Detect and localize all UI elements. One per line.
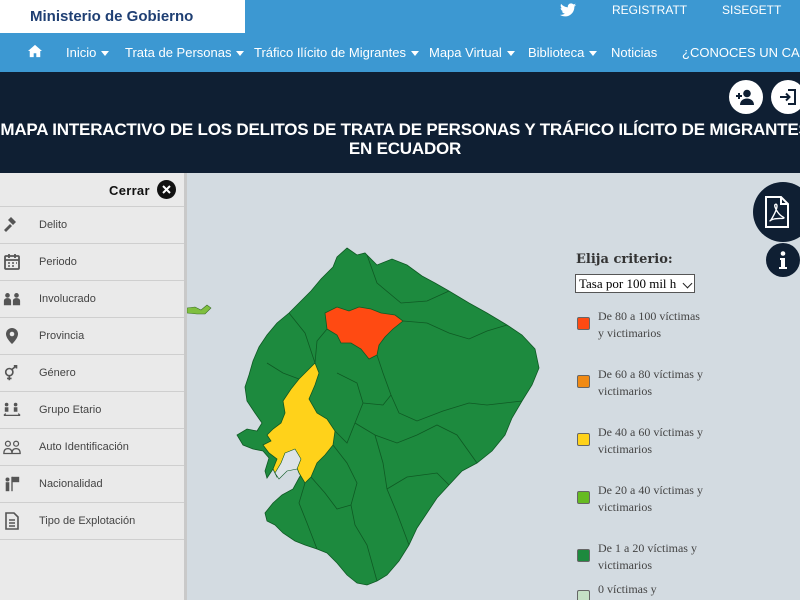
filter-provincia[interactable]: Provincia (0, 318, 184, 355)
nav-item-conoces-caso[interactable]: ¿CONOCES UN CASO (682, 45, 800, 60)
gavel-icon (4, 217, 16, 232)
twitter-icon[interactable] (560, 3, 576, 17)
home-icon[interactable] (28, 44, 42, 58)
criteria-selected-value: Tasa por 100 mil h (579, 276, 677, 291)
chevron-down-icon (506, 51, 515, 57)
registratt-link[interactable]: REGISTRATT (612, 3, 687, 17)
login-button[interactable] (771, 80, 800, 114)
filter-delito[interactable]: Delito (0, 207, 184, 244)
calendar-icon (4, 254, 20, 270)
legend-swatch-40-60 (577, 433, 590, 446)
mainland-ecuador (236, 247, 540, 586)
legend-swatch-60-80 (577, 375, 590, 388)
close-icon[interactable] (157, 180, 176, 199)
register-button[interactable] (729, 80, 763, 114)
people-icon (3, 293, 21, 306)
age-group-icon (3, 402, 21, 417)
nav-item-noticias[interactable]: Noticias (611, 45, 657, 60)
filter-tipo-explotacion[interactable]: Tipo de Explotación (0, 503, 184, 540)
info-button[interactable] (766, 243, 800, 277)
add-user-icon (736, 89, 754, 105)
filter-panel: Cerrar Delito Periodo Involucrado Provin… (0, 173, 187, 600)
filter-genero[interactable]: Género (0, 355, 184, 392)
close-label: Cerrar (109, 183, 150, 198)
criteria-select[interactable]: Tasa por 100 mil h (575, 274, 695, 293)
map-area[interactable] (187, 173, 800, 600)
legend-title: Elija criterio: (576, 252, 673, 267)
chevron-down-icon (682, 278, 693, 289)
pdf-icon (765, 196, 789, 228)
brand-container: Ministerio de Gobierno (0, 0, 245, 33)
nav-item-mapa-virtual[interactable]: Mapa Virtual (429, 45, 515, 60)
login-icon (780, 89, 796, 105)
filter-auto-identificacion[interactable]: Auto Identificación (0, 429, 184, 466)
top-bar: Ministerio de Gobierno REGISTRATT SISEGE… (0, 0, 800, 33)
filter-nacionalidad[interactable]: Nacionalidad (0, 466, 184, 503)
page-header: MAPA INTERACTIVO DE LOS DELITOS DE TRATA… (0, 72, 800, 173)
nav-item-trafico[interactable]: Tráfico Ilícito de Migrantes (254, 45, 419, 60)
map-pin-icon (6, 328, 18, 344)
filter-grupo-etario[interactable]: Grupo Etario (0, 392, 184, 429)
ecuador-map[interactable] (187, 173, 800, 600)
filter-involucrado[interactable]: Involucrado (0, 281, 184, 318)
chevron-down-icon (410, 51, 419, 57)
galapagos-region (187, 304, 212, 315)
info-icon (779, 251, 787, 269)
legend-swatch-80-100 (577, 317, 590, 330)
chevron-down-icon (101, 51, 110, 57)
self-identification-icon (3, 440, 21, 455)
gender-icon (4, 364, 18, 381)
brand-name[interactable]: Ministerio de Gobierno (30, 8, 193, 25)
main-nav: Inicio Trata de Personas Tráfico Ilícito… (0, 33, 800, 72)
page-title: MAPA INTERACTIVO DE LOS DELITOS DE TRATA… (0, 120, 800, 158)
document-icon (5, 512, 19, 530)
nationality-icon (5, 476, 20, 492)
nav-item-inicio[interactable]: Inicio (66, 45, 110, 60)
legend-swatch-1-20 (577, 549, 590, 562)
legend-swatch-20-40 (577, 491, 590, 504)
filter-periodo[interactable]: Periodo (0, 244, 184, 281)
chevron-down-icon (236, 51, 245, 57)
legend-swatch-0 (577, 590, 590, 600)
sisegett-link[interactable]: SISEGETT (722, 3, 781, 17)
close-panel-row[interactable]: Cerrar (0, 173, 184, 207)
chevron-down-icon (589, 51, 598, 57)
nav-item-trata[interactable]: Trata de Personas (125, 45, 245, 60)
nav-item-biblioteca[interactable]: Biblioteca (528, 45, 598, 60)
